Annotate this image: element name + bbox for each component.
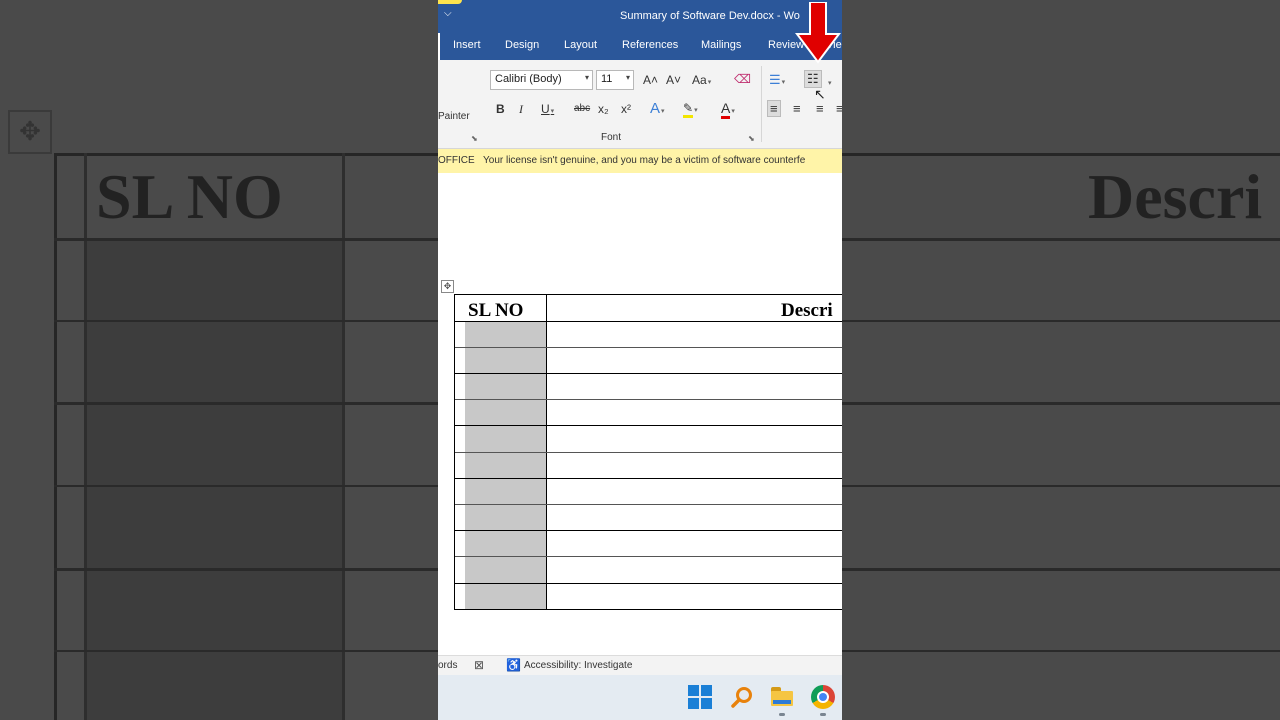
bold-button[interactable]: B: [496, 102, 505, 116]
chevron-down-icon: ▾: [781, 79, 786, 86]
table-row-line: [455, 609, 842, 610]
red-arrow-annotation-icon: [795, 2, 841, 64]
font-dialog-launcher-icon[interactable]: ⬊: [748, 134, 755, 143]
tab-mailings[interactable]: Mailings: [701, 39, 741, 51]
shrink-font-button[interactable]: A˅: [666, 73, 681, 87]
document-table[interactable]: SL NO Descri: [454, 294, 842, 610]
table-row-line: [455, 321, 842, 322]
tab-references[interactable]: References: [622, 39, 678, 51]
windows-start-icon[interactable]: [688, 685, 712, 709]
font-color-label: A: [721, 100, 731, 119]
underline-label: U: [541, 102, 550, 116]
shaded-column-selection: [465, 322, 546, 610]
change-case-label: Aa: [692, 73, 707, 87]
taskbar: [438, 675, 842, 720]
table-row-line: [455, 530, 842, 531]
status-bar: ords ⊠ ♿ Accessibility: Investigate: [438, 655, 842, 676]
chrome-icon[interactable]: [811, 685, 835, 709]
background-header-sl-no: SL NO: [96, 161, 283, 232]
italic-button[interactable]: I: [519, 102, 523, 117]
active-tab-accent: [438, 33, 440, 60]
text-effects-button[interactable]: A▾: [650, 100, 665, 117]
ribbon-group-separator: [761, 66, 762, 142]
license-warning-bar: OFFICE Your license isn't genuine, and y…: [438, 149, 842, 173]
title-bar: ⌵ Summary of Software Dev.docx - Wo: [438, 0, 842, 33]
font-name-dropdown[interactable]: Calibri (Body) ▾: [490, 70, 593, 90]
background-shaded-column: [85, 240, 343, 720]
quick-access-customize-icon[interactable]: ⌵: [444, 8, 452, 19]
font-size-dropdown[interactable]: 11 ▾: [596, 70, 634, 90]
document-page[interactable]: ✥ SL NO Descri: [438, 174, 842, 654]
quick-access-tag: [438, 0, 462, 4]
bullets-button[interactable]: ☰▾: [769, 72, 785, 88]
warning-label: OFFICE: [438, 155, 475, 166]
ribbon-tabs: Insert Design Layout References Mailings…: [438, 33, 842, 60]
text-effects-label: A: [650, 100, 661, 117]
chevron-down-icon: ▾: [661, 108, 665, 115]
align-left-button[interactable]: ≡: [767, 100, 781, 117]
chevron-down-icon: ▾: [707, 79, 712, 86]
font-size-value: 11: [601, 73, 613, 85]
chevron-down-icon: ▾: [694, 107, 698, 114]
running-indicator: [820, 713, 826, 716]
numbered-list-icon: ☷: [807, 71, 819, 86]
background-table-move-icon: ✥: [8, 110, 52, 154]
clipboard-launcher-icon[interactable]: ⬊: [471, 134, 478, 143]
subscript-button[interactable]: x₂: [598, 102, 609, 116]
font-name-value: Calibri (Body): [495, 73, 562, 85]
proofing-icon[interactable]: ⊠: [474, 658, 484, 672]
table-move-handle-icon[interactable]: ✥: [441, 280, 454, 293]
table-row-line: [455, 583, 842, 584]
word-count[interactable]: ords: [438, 660, 457, 671]
underline-button[interactable]: U▾: [541, 102, 554, 116]
table-header-description[interactable]: Descri: [781, 300, 833, 322]
table-row-line: [455, 452, 842, 453]
table-row-line: [455, 425, 842, 426]
search-icon[interactable]: [730, 685, 754, 709]
tab-layout[interactable]: Layout: [564, 39, 597, 51]
word-window: ⌵ Summary of Software Dev.docx - Wo Inse…: [438, 0, 842, 720]
running-indicator: [779, 713, 785, 716]
chevron-down-icon[interactable]: ▾: [827, 74, 832, 88]
change-case-button[interactable]: Aa▾: [692, 73, 711, 87]
table-row-line: [455, 399, 842, 400]
font-color-button[interactable]: A▾: [721, 100, 735, 119]
accessibility-status[interactable]: Accessibility: Investigate: [524, 660, 632, 671]
grow-font-button[interactable]: A˄: [643, 73, 658, 87]
warning-message: Your license isn't genuine, and you may …: [483, 155, 806, 166]
table-row-line: [455, 373, 842, 374]
chevron-down-icon: ▾: [625, 73, 630, 82]
file-explorer-icon[interactable]: [770, 685, 794, 709]
chevron-down-icon: ▾: [731, 108, 735, 115]
align-right-button[interactable]: ≡: [816, 101, 824, 116]
justify-button[interactable]: ≡: [836, 101, 842, 116]
font-group-label: Font: [601, 132, 622, 143]
tab-design[interactable]: Design: [505, 39, 539, 51]
table-header-sl-no[interactable]: SL NO: [468, 300, 523, 322]
highlight-color-button[interactable]: ✎▾: [683, 101, 698, 118]
table-row-line: [455, 347, 842, 348]
format-painter-label[interactable]: Painter: [438, 111, 470, 122]
background-header-description: Descri: [1088, 161, 1263, 232]
table-row-line: [455, 556, 842, 557]
accessibility-icon: ♿: [506, 658, 521, 672]
ribbon-home: Painter ⬊ Calibri (Body) ▾ 11 ▾ A˄ A˅ Aa…: [438, 60, 842, 149]
chevron-down-icon: ▾: [550, 108, 555, 115]
clear-formatting-icon[interactable]: ⌫: [734, 72, 751, 86]
superscript-button[interactable]: x²: [621, 102, 631, 116]
chevron-down-icon: ▾: [584, 73, 589, 82]
bullet-list-icon: ☰: [769, 72, 781, 87]
document-title: Summary of Software Dev.docx - Wo: [620, 10, 800, 22]
strikethrough-button[interactable]: abc: [574, 103, 590, 114]
table-row-line: [455, 504, 842, 505]
table-row-line: [455, 478, 842, 479]
align-center-button[interactable]: ≡: [793, 101, 801, 116]
highlighter-icon: ✎: [683, 101, 694, 118]
tab-insert[interactable]: Insert: [453, 39, 481, 51]
